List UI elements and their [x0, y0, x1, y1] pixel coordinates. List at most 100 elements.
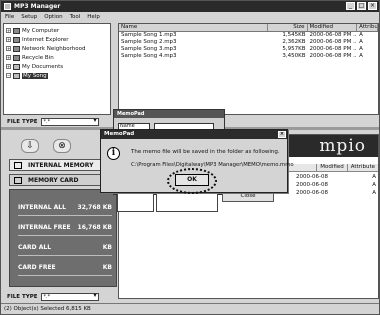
stat-card-all: CARD ALL KB — [18, 244, 112, 256]
column-attribute[interactable]: Attribute — [357, 24, 379, 31]
file-list: Name Size Modified Attribute Sample Song… — [118, 23, 379, 115]
device-icon[interactable]: ⇩ — [21, 139, 39, 153]
minimize-button[interactable]: _ — [346, 2, 355, 10]
folder-icon — [13, 63, 20, 70]
file-type-filter-top: FILE TYPE *.* — [7, 117, 117, 126]
cell-name: Sample Song 3.mp3 — [121, 46, 177, 52]
file-list-header: Name Size Modified Attribute — [119, 24, 379, 32]
expand-icon[interactable]: + — [6, 37, 11, 42]
memopad-title: MemoPad — [114, 110, 224, 118]
column-name[interactable]: Name — [119, 24, 268, 31]
cell-modified: 2000-06-08 PM ... — [309, 46, 358, 52]
cell-attribute: A — [372, 174, 376, 180]
folder-icon — [13, 72, 20, 79]
stat-underline — [18, 255, 112, 256]
device-buttons: ⇩ ⊗ — [13, 137, 113, 155]
stop-icon[interactable]: ⊗ — [53, 139, 71, 153]
maximize-button[interactable]: □ — [357, 2, 366, 10]
tree-item-internet-explorer[interactable]: + Internet Explorer — [6, 35, 108, 44]
stat-underline — [18, 275, 112, 276]
table-row[interactable]: Sample Song 3.mp3 5,957KB 2000-06-08 PM … — [119, 46, 378, 53]
stat-internal-all: INTERNAL ALL 32,768 KB — [18, 204, 112, 216]
computer-icon — [13, 27, 20, 34]
column-size[interactable]: Size — [268, 24, 308, 31]
cell-size: 3,450KB — [282, 53, 306, 59]
stat-underline — [18, 235, 112, 236]
tree-item-recycle-bin[interactable]: + Recycle Bin — [6, 53, 108, 62]
cell-size: 5,957KB — [282, 46, 306, 52]
memory-stats-panel: INTERNAL ALL 32,768 KB INTERNAL FREE 16,… — [9, 189, 117, 287]
internal-memory-label: INTERNAL MEMORY — [28, 161, 94, 169]
network-icon — [13, 45, 20, 52]
dialog-title: MemoPad — [104, 131, 135, 137]
close-window-button[interactable]: × — [368, 2, 377, 10]
globe-icon — [13, 36, 20, 43]
menu-tool[interactable]: Tool — [70, 14, 81, 20]
window-title: MP3 Manager — [14, 3, 61, 10]
cell-modified: 2000-06-08 PM ... — [309, 39, 358, 45]
memopad-memo-area[interactable] — [117, 190, 154, 212]
cell-attribute: A — [359, 39, 363, 45]
table-row[interactable]: Sample Song 1.mp3 1,545KB 2000-06-08 PM … — [119, 32, 378, 39]
table-row[interactable]: 2000-06-08 A — [296, 190, 376, 196]
stat-card-free: CARD FREE KB — [18, 264, 112, 276]
menu-option[interactable]: Option — [44, 14, 62, 20]
dialog-title-bar: MemoPad × — [101, 130, 287, 139]
expand-icon[interactable]: + — [6, 55, 11, 60]
menu-help[interactable]: Help — [87, 14, 100, 20]
memory-card-icon — [14, 176, 22, 184]
cell-modified: 2000-06-08 PM ... — [309, 53, 358, 59]
cell-attribute: A — [359, 53, 363, 59]
tree-item-network[interactable]: + Network Neighborhood — [6, 44, 108, 53]
file-type-select[interactable]: *.* — [40, 292, 99, 301]
table-row[interactable]: Sample Song 4.mp3 3,450KB 2000-06-08 PM … — [119, 53, 378, 60]
tree-item-my-song[interactable]: − My Song — [6, 71, 108, 80]
cell-modified: 2000-06-08 PM ... — [309, 32, 358, 38]
file-type-select[interactable]: *.* — [40, 117, 99, 126]
table-row[interactable]: 2000-06-08 A — [296, 174, 376, 180]
app-icon — [4, 3, 11, 10]
cell-modified: 2000-06-08 — [296, 190, 328, 196]
file-type-label: FILE TYPE — [7, 293, 38, 300]
tree-item-label: Network Neighborhood — [22, 45, 86, 52]
menu-file[interactable]: File — [5, 14, 14, 20]
folder-tree: + My Computer + Internet Explorer + Netw… — [3, 23, 111, 115]
cell-modified: 2000-06-08 — [296, 174, 328, 180]
dialog-message: The memo file will be saved in the folde… — [131, 149, 280, 155]
internal-memory-button[interactable]: INTERNAL MEMORY — [9, 159, 111, 171]
ok-button[interactable]: OK — [175, 174, 209, 186]
table-row[interactable]: Sample Song 2.mp3 2,362KB 2000-06-08 PM … — [119, 39, 378, 46]
cell-name: Sample Song 2.mp3 — [121, 39, 177, 45]
brand-logo: mpio — [319, 136, 366, 156]
tree-item-label: My Documents — [22, 63, 64, 70]
memory-card-label: MEMORY CARD — [28, 176, 79, 184]
dialog-path: C:\Program Files\Digitalway\MP3 Manager\… — [131, 162, 294, 168]
tree-item-label: My Song — [22, 72, 48, 79]
collapse-icon[interactable]: − — [6, 73, 11, 78]
cell-attribute: A — [372, 190, 376, 196]
expand-icon[interactable]: + — [6, 46, 11, 51]
memory-card-button[interactable]: MEMORY CARD — [9, 174, 111, 186]
info-icon: i — [107, 147, 120, 160]
dialog-close-icon[interactable]: × — [278, 131, 286, 138]
recycle-bin-icon — [13, 54, 20, 61]
expand-icon[interactable]: + — [6, 64, 11, 69]
column-attribute[interactable]: Attribute — [346, 164, 378, 171]
tree-item-my-documents[interactable]: + My Documents — [6, 62, 108, 71]
status-bar: (2) Object(s) Selected 6,815 KB — [1, 303, 379, 314]
column-modified[interactable]: Modified — [316, 164, 346, 171]
file-type-label: FILE TYPE — [7, 118, 38, 125]
menu-setup[interactable]: Setup — [21, 14, 37, 20]
expand-icon[interactable]: + — [6, 28, 11, 33]
cell-modified: 2000-06-08 — [296, 182, 328, 188]
cell-size: 1,545KB — [282, 32, 306, 38]
cell-name: Sample Song 4.mp3 — [121, 53, 177, 59]
table-row[interactable]: 2000-06-08 A — [296, 182, 376, 188]
column-modified[interactable]: Modified — [308, 24, 358, 31]
cell-attribute: A — [359, 32, 363, 38]
app-window: MP3 Manager _ □ × File Setup Option Tool… — [0, 0, 380, 315]
tree-item-my-computer[interactable]: + My Computer — [6, 26, 108, 35]
memory-chip-icon — [14, 161, 22, 169]
tree-item-label: Recycle Bin — [22, 54, 54, 61]
menu-bar: File Setup Option Tool Help — [1, 12, 379, 21]
